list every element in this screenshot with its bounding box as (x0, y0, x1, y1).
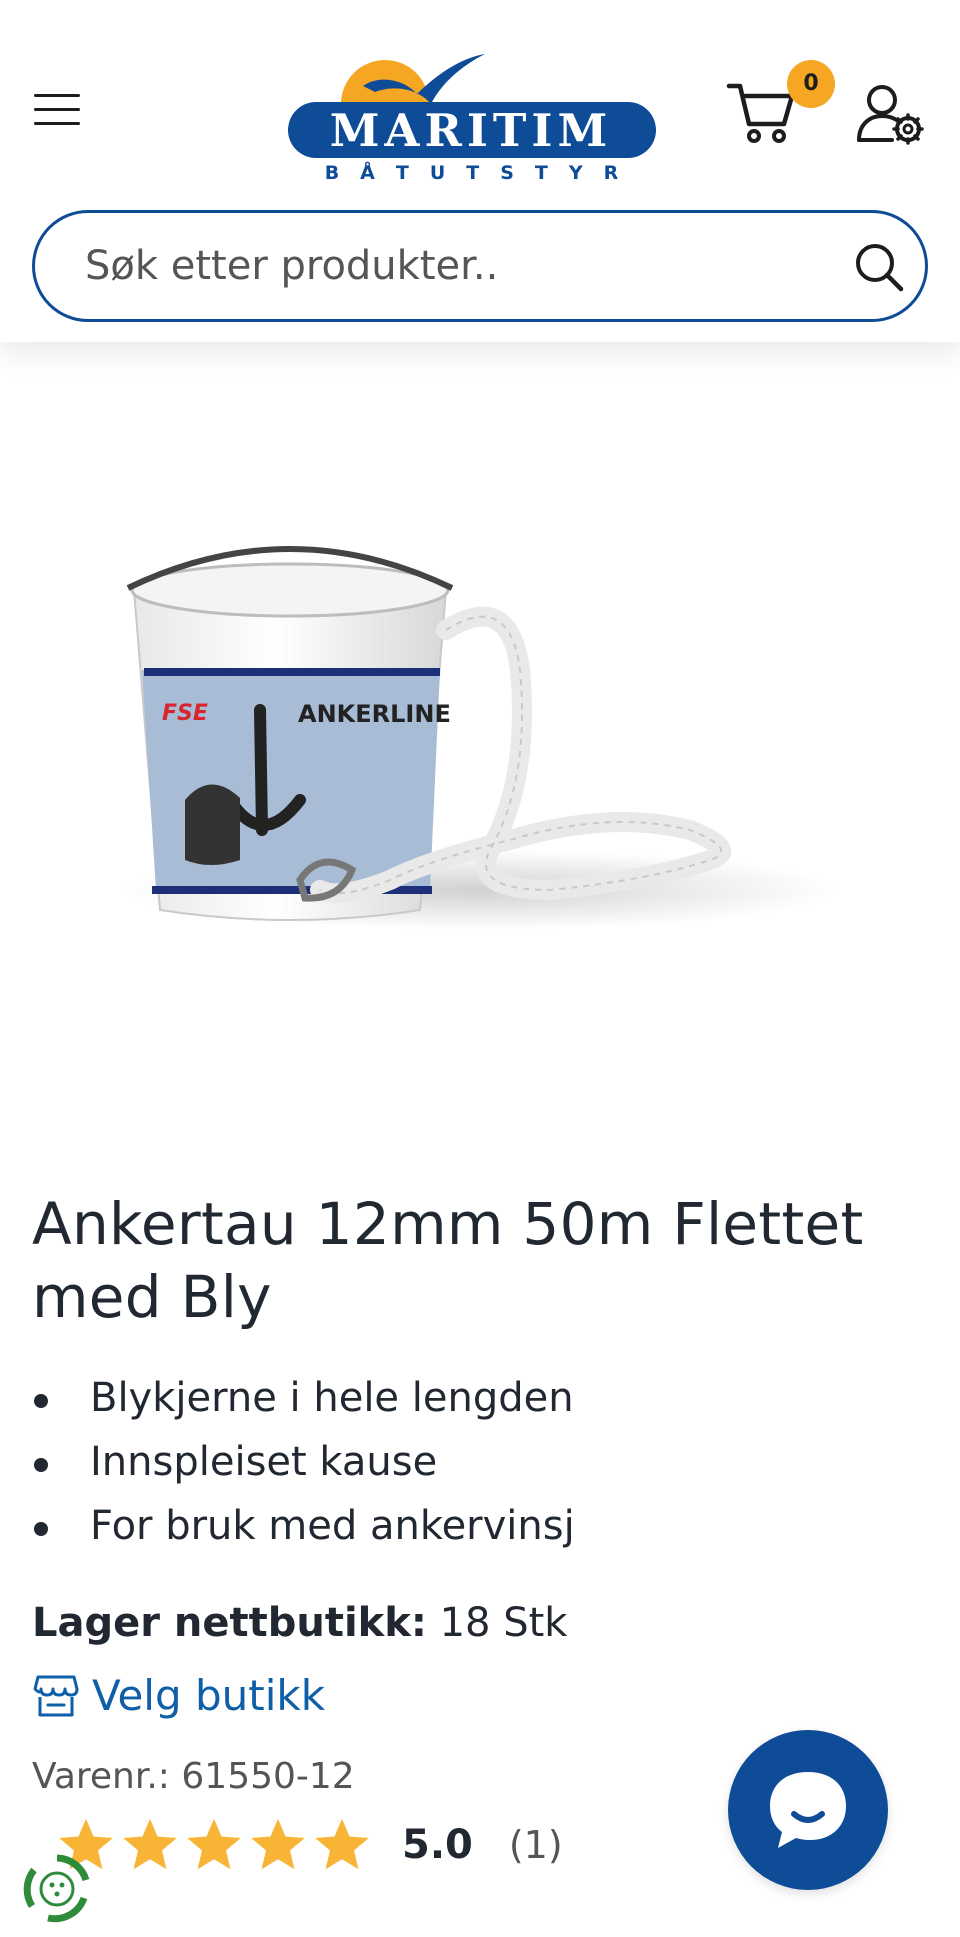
eco-badge[interactable] (18, 1850, 96, 1928)
sku-value: 61550-12 (181, 1756, 355, 1797)
sku: Varenr.: 61550-12 (32, 1756, 355, 1797)
cart-count-badge: 0 (787, 60, 835, 108)
rating-stars (56, 1815, 372, 1875)
stock-label: Lager nettbutikk: (32, 1600, 427, 1646)
search-input[interactable] (85, 233, 845, 299)
menu-button[interactable] (32, 88, 82, 132)
product-photo: FSE ANKERLINE (120, 546, 840, 930)
star-icon (187, 1818, 241, 1870)
product-title: Ankertau 12mm 50m Flettet med Bly (32, 1190, 864, 1331)
logo-subtitle: BÅTUTSTYR (324, 162, 640, 184)
cart-icon (726, 83, 795, 143)
user-settings-icon (857, 85, 924, 145)
store-icon (33, 1675, 79, 1717)
label-brand: FSE (162, 701, 208, 726)
stock-value: 18 Stk (439, 1600, 568, 1646)
rating-count[interactable]: (1) (509, 1823, 563, 1867)
rating-value: 5.0 (402, 1822, 473, 1868)
chat-icon (770, 1772, 846, 1848)
star-icon (315, 1818, 369, 1870)
stock-info: Lager nettbutikk: 18 Stk (32, 1600, 567, 1646)
site-header: MARITIM BÅTUTSTYR 0 (0, 0, 960, 342)
recycle-icon (23, 1854, 90, 1923)
feature-item: For bruk med ankervinsj (32, 1494, 912, 1558)
cart-button[interactable] (726, 80, 796, 146)
menu-icon (34, 94, 80, 97)
product-image[interactable]: FSE ANKERLINE (90, 530, 870, 970)
feature-item: Innspleiset kause (32, 1430, 912, 1494)
star-icon (123, 1818, 177, 1870)
account-button[interactable] (856, 84, 926, 146)
star-icon (251, 1818, 305, 1870)
maritim-logo[interactable]: MARITIM BÅTUTSTYR (285, 46, 660, 191)
label-name: ANKERLINE (298, 700, 451, 728)
search-icon[interactable] (853, 241, 905, 293)
feature-list: Blykjerne i hele lengden Innspleiset kau… (32, 1366, 912, 1558)
feature-item: Blykjerne i hele lengden (32, 1366, 912, 1430)
select-store-label: Velg butikk (92, 1670, 326, 1720)
sku-label: Varenr.: (32, 1756, 170, 1797)
product-rating[interactable]: 5.0 (1) (56, 1812, 563, 1878)
search-bar (32, 210, 928, 322)
select-store-link[interactable]: Velg butikk (32, 1665, 325, 1725)
logo-wordmark: MARITIM (329, 104, 613, 157)
chat-button[interactable] (728, 1730, 888, 1890)
